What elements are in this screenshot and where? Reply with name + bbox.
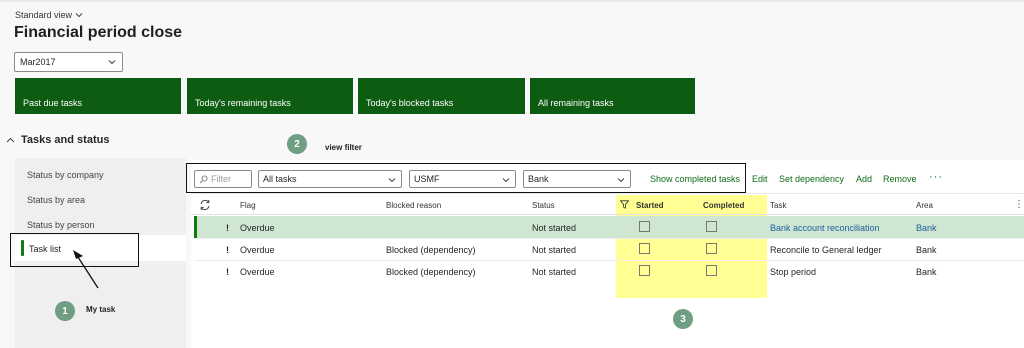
cell-area: Bank [916,267,937,277]
column-header-flag[interactable]: Flag [240,201,256,210]
add-button[interactable]: Add [856,174,872,184]
chevron-down-icon [75,13,83,18]
step-badge-1: 1 [55,301,75,321]
set-dependency-button[interactable]: Set dependency [779,174,844,184]
tile-label: All remaining tasks [538,98,614,108]
step-label-my-task: My task [86,305,116,314]
selected-row-indicator [194,216,197,238]
overdue-indicator-icon: ! [226,245,229,255]
toolbar-divider [191,193,1024,194]
tile-past-due-tasks[interactable]: Past due tasks [15,78,181,114]
column-header-status[interactable]: Status [532,201,555,210]
sidebar-item-status-by-person[interactable]: Status by person [27,220,95,230]
remove-button[interactable]: Remove [883,174,917,184]
cell-blocked-reason: Blocked (dependency) [386,245,476,255]
cell-status: Not started [532,223,577,233]
top-divider [0,0,1024,2]
period-value: Mar2017 [20,57,56,67]
funnel-icon[interactable] [620,200,629,209]
started-checkbox[interactable] [639,243,650,254]
table-row[interactable]: ! Overdue Not started Bank account recon… [194,216,1024,238]
tile-all-remaining-tasks[interactable]: All remaining tasks [530,78,695,114]
cell-task: Stop period [770,267,817,277]
page-title: Financial period close [14,24,183,41]
completed-checkbox[interactable] [706,265,717,276]
overdue-indicator-icon: ! [226,267,229,277]
step-badge-2: 2 [287,134,307,154]
period-dropdown[interactable]: Mar2017 [14,52,123,72]
cell-task: Reconcile to General ledger [770,245,882,255]
refresh-icon[interactable] [199,199,211,211]
tile-label: Today's remaining tasks [195,98,291,108]
more-actions-button[interactable]: ··· [929,171,943,183]
chevron-up-icon [6,137,15,142]
table-row[interactable]: ! Overdue Blocked (dependency) Not start… [194,238,1024,260]
column-header-area[interactable]: Area [916,201,933,210]
cell-area: Bank [916,245,937,255]
tile-todays-remaining-tasks[interactable]: Today's remaining tasks [187,78,353,114]
started-checkbox[interactable] [639,265,650,276]
tile-label: Past due tasks [23,98,83,108]
column-header-completed[interactable]: Completed [703,201,744,210]
column-header-started[interactable]: Started [636,201,664,210]
tile-todays-blocked-tasks[interactable]: Today's blocked tasks [358,78,525,114]
overdue-indicator-icon: ! [226,223,229,233]
started-checkbox[interactable] [639,221,650,232]
table-row[interactable]: ! Overdue Blocked (dependency) Not start… [194,260,1024,282]
edit-button[interactable]: Edit [752,174,768,184]
section-title: Tasks and status [21,134,110,146]
step-badge-3: 3 [673,309,693,329]
view-name: Standard view [15,10,73,20]
cell-blocked-reason: Blocked (dependency) [386,267,476,277]
sidebar-item-status-by-company[interactable]: Status by company [27,170,104,180]
column-header-blocked-reason[interactable]: Blocked reason [386,201,441,210]
sidebar-item-status-by-area[interactable]: Status by area [27,195,85,205]
cell-area-link[interactable]: Bank [916,223,937,233]
completed-checkbox[interactable] [706,221,717,232]
completed-checkbox[interactable] [706,243,717,254]
column-options-icon[interactable]: ⋮ [1014,199,1024,210]
cell-flag: Overdue [240,223,275,233]
cell-status: Not started [532,267,577,277]
cell-flag: Overdue [240,245,275,255]
cell-status: Not started [532,245,577,255]
tasks-and-status-section-toggle[interactable]: Tasks and status [6,134,109,146]
view-selector[interactable]: Standard view [15,10,83,20]
cell-flag: Overdue [240,267,275,277]
tile-label: Today's blocked tasks [366,98,454,108]
show-completed-tasks-button[interactable]: Show completed tasks [650,174,740,184]
step-label-view-filter: view filter [325,143,362,152]
chevron-down-icon [108,60,116,65]
header-divider [191,214,1024,215]
column-header-task[interactable]: Task [770,201,786,210]
callout-arrow [73,250,99,289]
cell-task-link[interactable]: Bank account reconciliation [770,223,880,233]
